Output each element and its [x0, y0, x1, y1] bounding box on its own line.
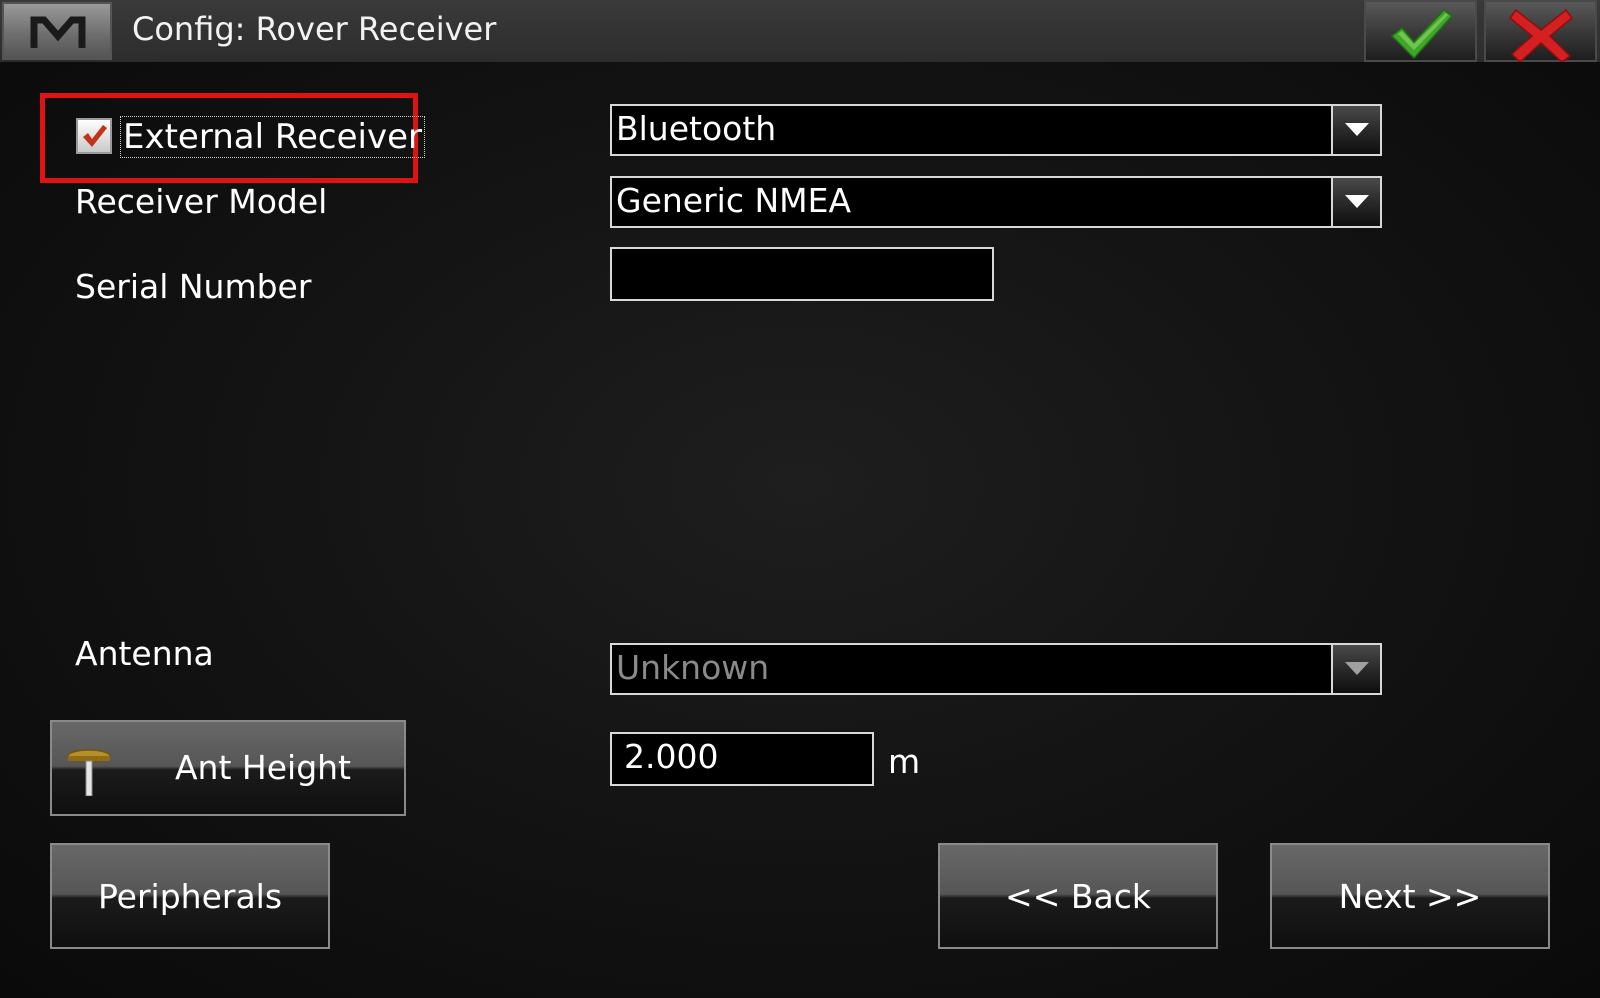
main-menu-button[interactable]	[2, 2, 112, 60]
next-label: Next >>	[1338, 877, 1482, 916]
ant-height-input[interactable]: 2.000	[610, 732, 874, 786]
back-button[interactable]: << Back	[938, 843, 1218, 949]
external-receiver-checkbox[interactable]	[76, 118, 112, 154]
ant-height-button[interactable]: Ant Height	[50, 720, 406, 816]
window-title: Config: Rover Receiver	[132, 10, 497, 48]
connection-type-value: Bluetooth	[616, 109, 777, 148]
ok-button[interactable]	[1364, 0, 1477, 62]
connection-type-dropdown[interactable]: Bluetooth	[610, 104, 1382, 156]
connection-type-arrow[interactable]	[1331, 106, 1380, 154]
serial-number-label: Serial Number	[75, 267, 312, 306]
antenna-arrow[interactable]	[1331, 645, 1380, 693]
red-x-icon	[1508, 8, 1574, 64]
title-bar: Config: Rover Receiver	[0, 0, 1600, 64]
serial-number-input[interactable]	[610, 247, 994, 301]
peripherals-label: Peripherals	[97, 877, 283, 916]
receiver-model-dropdown[interactable]: Generic NMEA	[610, 176, 1382, 228]
back-label: << Back	[1005, 877, 1151, 916]
antenna-dropdown[interactable]: Unknown	[610, 643, 1382, 695]
antenna-pole-icon	[67, 749, 111, 796]
chevron-down-icon	[1345, 195, 1369, 208]
ant-height-unit: m	[888, 742, 921, 781]
chevron-down-icon	[1345, 123, 1369, 136]
ant-height-value: 2.000	[624, 737, 719, 776]
antenna-value: Unknown	[616, 648, 770, 687]
receiver-model-value: Generic NMEA	[616, 181, 852, 220]
green-checkmark-icon	[1390, 8, 1454, 60]
config-screen: Config: Rover Receiver External Receiver…	[0, 0, 1600, 998]
receiver-model-label: Receiver Model	[75, 182, 328, 221]
m-logo-icon	[30, 16, 86, 48]
form-area: External Receiver Bluetooth Receiver Mod…	[0, 62, 1600, 998]
next-button[interactable]: Next >>	[1270, 843, 1550, 949]
external-receiver-label[interactable]: External Receiver	[120, 116, 425, 158]
receiver-model-arrow[interactable]	[1331, 178, 1380, 226]
cancel-button[interactable]	[1484, 0, 1597, 64]
ant-height-label: Ant Height	[174, 748, 351, 787]
peripherals-button[interactable]: Peripherals	[50, 843, 330, 949]
chevron-down-icon	[1345, 662, 1369, 675]
antenna-label: Antenna	[75, 634, 214, 673]
checkmark-icon	[83, 125, 107, 147]
